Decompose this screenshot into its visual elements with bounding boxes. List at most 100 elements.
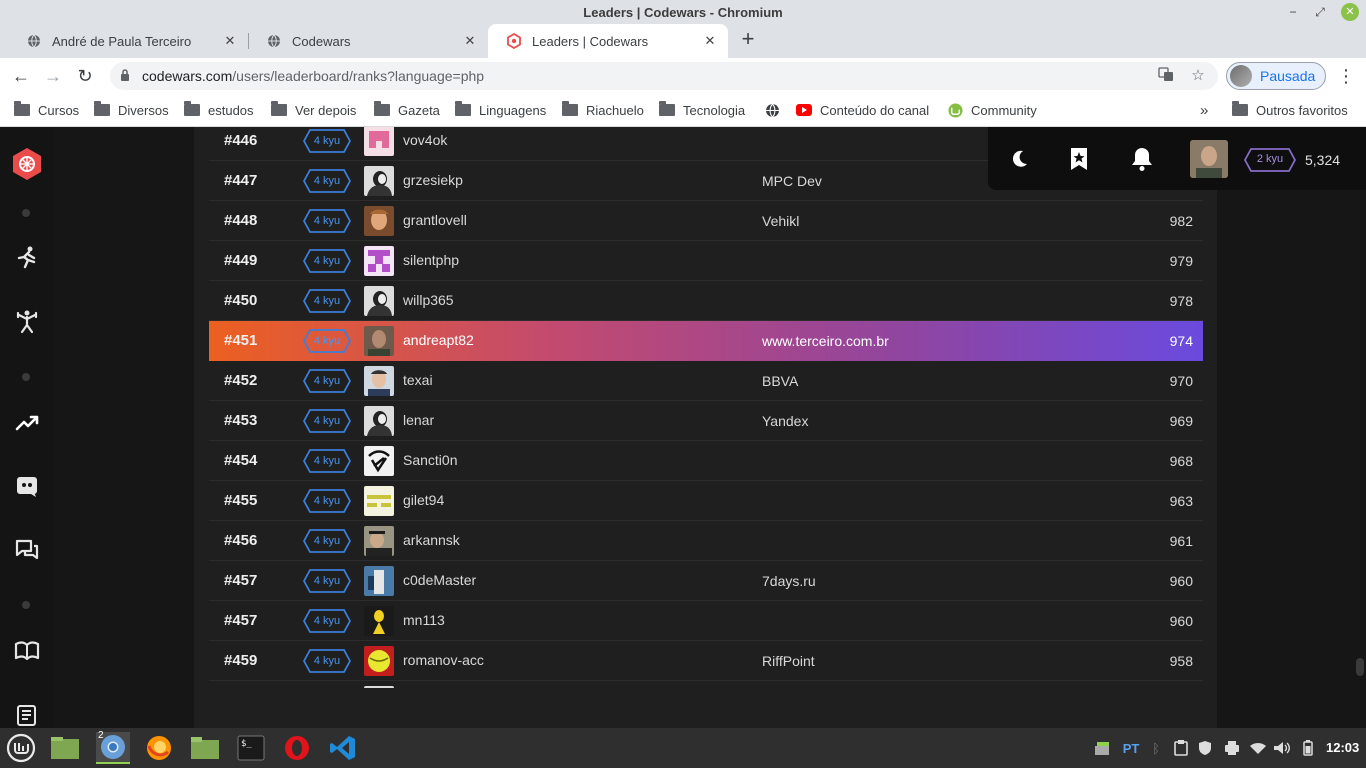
row-avatar[interactable] <box>364 566 394 596</box>
shield-icon[interactable] <box>1196 739 1214 757</box>
new-tab-button[interactable]: + <box>736 28 760 52</box>
bookmarks-more-button[interactable]: » <box>1200 101 1208 119</box>
bookmark-cursos[interactable]: Cursos <box>14 101 79 119</box>
row-username[interactable]: romanov-acc <box>403 652 484 668</box>
tab-codewars[interactable]: Codewars ✕ <box>248 24 488 58</box>
row-username[interactable]: arkannsk <box>403 532 460 548</box>
opera-icon[interactable] <box>280 732 314 764</box>
folder-icon <box>271 101 287 116</box>
leaderboard-row[interactable]: #459 4 kyu romanov-acc RiffPoint 958 <box>209 641 1203 681</box>
row-avatar[interactable] <box>364 286 394 316</box>
row-username[interactable]: gilet94 <box>403 492 444 508</box>
leaderboard-row[interactable]: #452 4 kyu texai BBVA 970 <box>209 361 1203 401</box>
other-bookmarks[interactable]: Outros favoritos <box>1232 101 1348 119</box>
bookmark-tecnologia[interactable]: Tecnologia <box>659 101 745 119</box>
row-avatar[interactable] <box>364 406 394 436</box>
bookmark-linguagens[interactable]: Linguagens <box>455 101 546 119</box>
leaderboard-row[interactable]: #449 4 kyu silentphp 979 <box>209 241 1203 281</box>
desktop-icon[interactable] <box>48 732 82 764</box>
bluetooth-icon[interactable]: ᛒ <box>1148 739 1164 757</box>
leaderboard-row-current-user[interactable]: #451 4 kyu andreapt82 www.terceiro.com.br 97… <box>209 321 1203 361</box>
row-username[interactable]: willp365 <box>403 292 454 308</box>
chromium-icon[interactable]: 2 <box>96 730 130 764</box>
page-scrollbar-thumb[interactable] <box>1356 658 1364 676</box>
row-avatar[interactable] <box>364 646 394 676</box>
row-avatar[interactable] <box>364 486 394 516</box>
user-avatar[interactable] <box>1190 140 1228 178</box>
row-username[interactable]: texai <box>403 372 433 388</box>
row-avatar[interactable] <box>364 166 394 196</box>
network-manager-icon[interactable] <box>1092 739 1114 757</box>
close-window-button[interactable]: ✕ <box>1341 3 1359 21</box>
row-username[interactable]: grantlovell <box>403 212 467 228</box>
row-username[interactable]: andreapt82 <box>403 332 474 348</box>
bookmark-star-icon[interactable]: ☆ <box>1188 66 1208 86</box>
leaderboard-row[interactable]: #448 4 kyu grantlovell Vehikl 982 <box>209 201 1203 241</box>
row-avatar[interactable] <box>364 606 394 636</box>
bookmark-community[interactable]: Community <box>947 101 1037 119</box>
notifications-bell-icon[interactable] <box>1129 146 1155 172</box>
lock-icon <box>121 69 129 81</box>
mint-menu-icon[interactable] <box>4 732 38 764</box>
keyboard-layout[interactable]: PT <box>1120 739 1142 757</box>
row-avatar[interactable] <box>364 206 394 236</box>
row-avatar[interactable] <box>364 366 394 396</box>
row-avatar[interactable] <box>364 446 394 476</box>
bookmark-conteudo-canal[interactable]: Conteúdo do canal <box>796 101 929 119</box>
tab-profile[interactable]: André de Paula Terceiro ✕ <box>8 24 248 58</box>
battery-icon[interactable] <box>1300 739 1316 757</box>
bookmark-riachuelo[interactable]: Riachuelo <box>562 101 644 119</box>
bookmarks-icon[interactable] <box>1066 146 1092 172</box>
tab-close-icon[interactable]: ✕ <box>222 33 238 49</box>
tab-leaders[interactable]: Leaders | Codewars ✕ <box>488 24 728 58</box>
dark-mode-moon-icon[interactable] <box>1006 146 1032 172</box>
leaderboard-row[interactable]: #454 4 kyu Sancti0n 968 <box>209 441 1203 481</box>
leaderboard-row[interactable]: #455 4 kyu gilet94 963 <box>209 481 1203 521</box>
row-username[interactable]: mn113 <box>403 612 445 628</box>
maximize-button[interactable]: ⤢ <box>1311 3 1329 21</box>
wifi-icon[interactable] <box>1248 739 1268 757</box>
terminal-icon[interactable]: $_ <box>234 732 268 764</box>
profile-button[interactable]: Pausada <box>1226 62 1326 90</box>
row-username[interactable]: lenar <box>403 412 434 428</box>
printer-icon[interactable] <box>1222 739 1242 757</box>
firefox-icon[interactable] <box>142 732 176 764</box>
bookmark-gazeta[interactable]: Gazeta <box>374 101 440 119</box>
leaderboard-row[interactable]: #457 4 kyu c0deMaster 7days.ru 960 <box>209 561 1203 601</box>
row-username[interactable]: vov4ok <box>403 132 447 148</box>
minimize-button[interactable]: − <box>1284 3 1302 21</box>
bookmark-ver-depois[interactable]: Ver depois <box>271 101 356 119</box>
files-icon[interactable] <box>188 732 222 764</box>
row-avatar[interactable] <box>364 127 394 156</box>
bookmark-globe[interactable] <box>764 101 788 119</box>
vscode-icon[interactable] <box>326 732 360 764</box>
row-kyu-label: 4 kyu <box>313 135 341 147</box>
news-icon[interactable] <box>12 703 42 728</box>
browser-menu-icon[interactable]: ⋮ <box>1336 63 1356 89</box>
address-url[interactable]: codewars.com/users/leaderboard/ranks?lan… <box>142 68 484 84</box>
leaderboard-row[interactable]: #456 4 kyu arkannsk 961 <box>209 521 1203 561</box>
forward-button[interactable]: → <box>40 63 66 89</box>
row-username[interactable]: silentphp <box>403 252 459 268</box>
leaderboard-row[interactable]: #457 4 kyu mn113 960 <box>209 601 1203 641</box>
bookmark-estudos[interactable]: estudos <box>184 101 254 119</box>
leaderboard-row[interactable]: #453 4 kyu lenar Yandex 969 <box>209 401 1203 441</box>
row-avatar[interactable] <box>364 326 394 356</box>
row-username[interactable]: c0deMaster <box>403 572 476 588</box>
tab-close-icon[interactable]: ✕ <box>462 33 478 49</box>
row-rank-badge: 4 kyu <box>302 169 352 193</box>
address-bar[interactable]: codewars.com/users/leaderboard/ranks?lan… <box>110 62 1218 90</box>
back-button[interactable]: ← <box>8 63 34 89</box>
row-username[interactable]: Sancti0n <box>403 452 457 468</box>
reload-button[interactable]: ↻ <box>72 63 98 89</box>
tab-close-icon[interactable]: ✕ <box>702 33 718 49</box>
translate-icon[interactable] <box>1156 66 1176 86</box>
leaderboard-row[interactable]: #450 4 kyu willp365 978 <box>209 281 1203 321</box>
bookmark-diversos[interactable]: Diversos <box>94 101 169 119</box>
clock[interactable]: 12:03 <box>1326 740 1359 755</box>
volume-icon[interactable] <box>1272 739 1292 757</box>
row-avatar[interactable] <box>364 526 394 556</box>
row-avatar[interactable] <box>364 246 394 276</box>
clipboard-icon[interactable] <box>1172 739 1190 757</box>
row-username[interactable]: grzesiekp <box>403 172 463 188</box>
